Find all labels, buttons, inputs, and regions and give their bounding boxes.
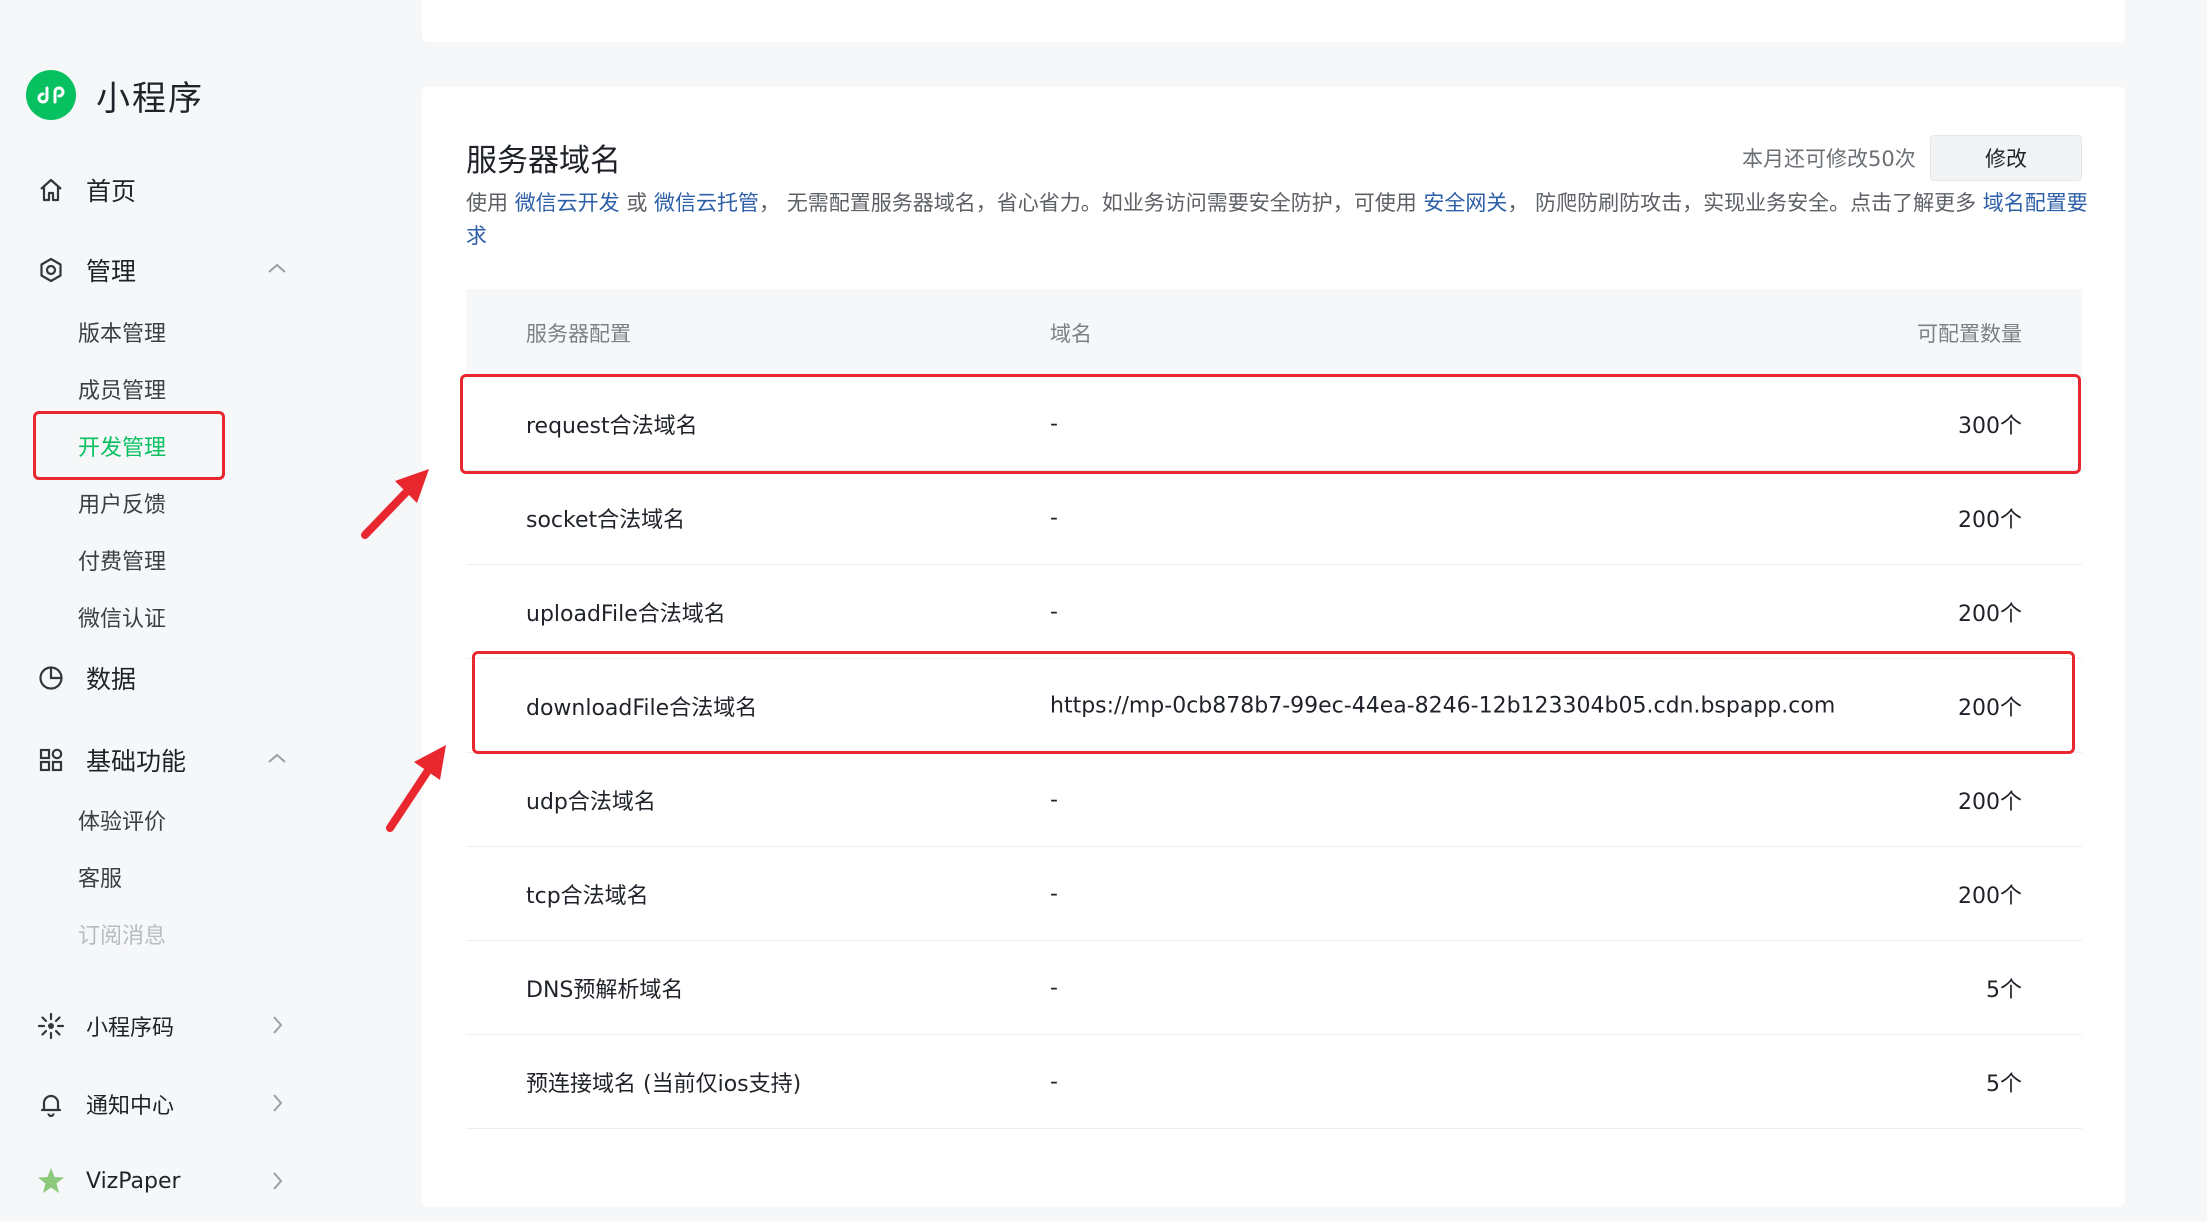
- row-domain: -: [1050, 881, 1058, 906]
- chevron-up-icon[interactable]: [262, 253, 292, 283]
- section-title: 服务器域名: [466, 143, 621, 179]
- sidebar: 小程序 首页 管理 版本管理 成员管理 开发管理 用户反馈 付费管理 微信认证 …: [0, 0, 400, 1221]
- sidebar-group-label: 基础功能: [86, 747, 187, 776]
- highlight-box-dev-manage: [33, 411, 225, 480]
- row-domain: -: [1050, 1069, 1058, 1094]
- section-description: 使用 微信云开发 或 微信云托管， 无需配置服务器域名，省心省力。如业务访问需要…: [466, 187, 2088, 253]
- row-config-name: udp合法域名: [526, 789, 656, 815]
- previous-card: [422, 0, 2125, 42]
- row-config-name: uploadFile合法域名: [526, 601, 726, 627]
- desc-text: ， 防爬防刷防攻击，实现业务安全。点击了解更多: [1507, 191, 1983, 215]
- row-count: 200个: [1958, 883, 2022, 909]
- sidebar-item-wechat-auth[interactable]: 微信认证: [78, 601, 166, 633]
- table-header: 服务器配置 域名 可配置数量: [466, 289, 2082, 377]
- row-count: 200个: [1958, 789, 2022, 815]
- sidebar-item-experience[interactable]: 体验评价: [78, 804, 166, 836]
- row-config-name: 预连接域名 (当前仅ios支持): [526, 1071, 802, 1097]
- row-count: 200个: [1958, 507, 2022, 533]
- row-domain: -: [1050, 505, 1058, 530]
- mini-program-logo-icon: [26, 70, 76, 120]
- sidebar-item-label: 数据: [86, 665, 137, 694]
- link-security-gateway[interactable]: 安全网关: [1423, 191, 1507, 215]
- star-icon: [36, 1166, 66, 1196]
- column-header-config: 服务器配置: [526, 322, 631, 346]
- account-name: VizPaper: [86, 1168, 181, 1194]
- brand[interactable]: 小程序: [26, 70, 204, 120]
- row-config-name: tcp合法域名: [526, 883, 649, 909]
- pie-chart-icon: [36, 663, 66, 693]
- row-domain: -: [1050, 975, 1058, 1000]
- sidebar-group-label: 管理: [86, 257, 137, 286]
- column-header-domain: 域名: [1050, 322, 1092, 346]
- sidebar-item-members[interactable]: 成员管理: [78, 373, 166, 405]
- chevron-right-icon[interactable]: [262, 1088, 292, 1118]
- chevron-up-icon[interactable]: [262, 743, 292, 773]
- desc-text: 或: [619, 191, 655, 215]
- row-count: 5个: [1986, 977, 2022, 1003]
- sidebar-item-version[interactable]: 版本管理: [78, 316, 166, 348]
- server-domain-card: 服务器域名 本月还可修改50次 修改 使用 微信云开发 或 微信云托管， 无需配…: [422, 87, 2125, 1207]
- sidebar-item-subscribe-msg[interactable]: 订阅消息: [78, 918, 166, 950]
- chevron-right-icon[interactable]: [262, 1010, 292, 1040]
- table-row: 预连接域名 (当前仅ios支持) - 5个: [466, 1035, 2082, 1129]
- row-config-name: socket合法域名: [526, 507, 686, 533]
- highlight-box-request-row: [460, 374, 2081, 474]
- annotation-arrow-icon: [386, 745, 446, 832]
- sidebar-item-account[interactable]: VizPaper: [36, 1166, 181, 1196]
- annotation-arrow-icon: [361, 469, 429, 539]
- sidebar-group-manage[interactable]: 管理: [36, 252, 136, 288]
- row-config-name: DNS预解析域名: [526, 977, 684, 1003]
- qrcode-icon: [36, 1011, 66, 1041]
- sidebar-item-data[interactable]: 数据: [36, 660, 136, 696]
- row-count: 5个: [1986, 1071, 2022, 1097]
- link-cloud-hosting[interactable]: 微信云托管: [654, 191, 759, 215]
- chevron-right-icon[interactable]: [262, 1166, 292, 1196]
- sidebar-item-feedback[interactable]: 用户反馈: [78, 487, 166, 519]
- bell-icon: [36, 1089, 66, 1119]
- sidebar-item-home[interactable]: 首页: [36, 172, 136, 208]
- brand-name: 小程序: [96, 78, 204, 119]
- row-domain: -: [1050, 787, 1058, 812]
- table-row: udp合法域名 - 200个: [466, 753, 2082, 847]
- table-row: tcp合法域名 - 200个: [466, 847, 2082, 941]
- grid-icon: [36, 745, 66, 775]
- sidebar-group-basic[interactable]: 基础功能: [36, 742, 186, 778]
- modify-button[interactable]: 修改: [1930, 135, 2082, 181]
- home-icon: [36, 175, 66, 205]
- sidebar-item-notify[interactable]: 通知中心: [36, 1088, 174, 1120]
- link-cloud-dev[interactable]: 微信云开发: [515, 191, 620, 215]
- desc-text: ， 无需配置服务器域名，省心省力。如业务访问需要安全防护，可使用: [759, 191, 1424, 215]
- sidebar-item-label: 首页: [86, 177, 137, 206]
- table-row: socket合法域名 - 200个: [466, 471, 2082, 565]
- sidebar-item-qrcode[interactable]: 小程序码: [36, 1010, 174, 1042]
- settings-circle-icon: [36, 255, 66, 285]
- modify-quota-text: 本月还可修改50次: [1742, 147, 1916, 171]
- sidebar-item-label: 小程序码: [86, 1016, 175, 1041]
- highlight-box-download-row: [472, 651, 2075, 754]
- sidebar-item-payment[interactable]: 付费管理: [78, 544, 166, 576]
- column-header-count: 可配置数量: [1917, 322, 2022, 346]
- sidebar-item-label: 通知中心: [86, 1094, 175, 1119]
- table-row: uploadFile合法域名 - 200个: [466, 565, 2082, 659]
- page-root: 小程序 首页 管理 版本管理 成员管理 开发管理 用户反馈 付费管理 微信认证 …: [0, 0, 2207, 1221]
- table-row: DNS预解析域名 - 5个: [466, 941, 2082, 1035]
- row-count: 200个: [1958, 601, 2022, 627]
- desc-text: 使用: [466, 191, 515, 215]
- sidebar-item-customer-service[interactable]: 客服: [78, 861, 122, 893]
- row-domain: -: [1050, 599, 1058, 624]
